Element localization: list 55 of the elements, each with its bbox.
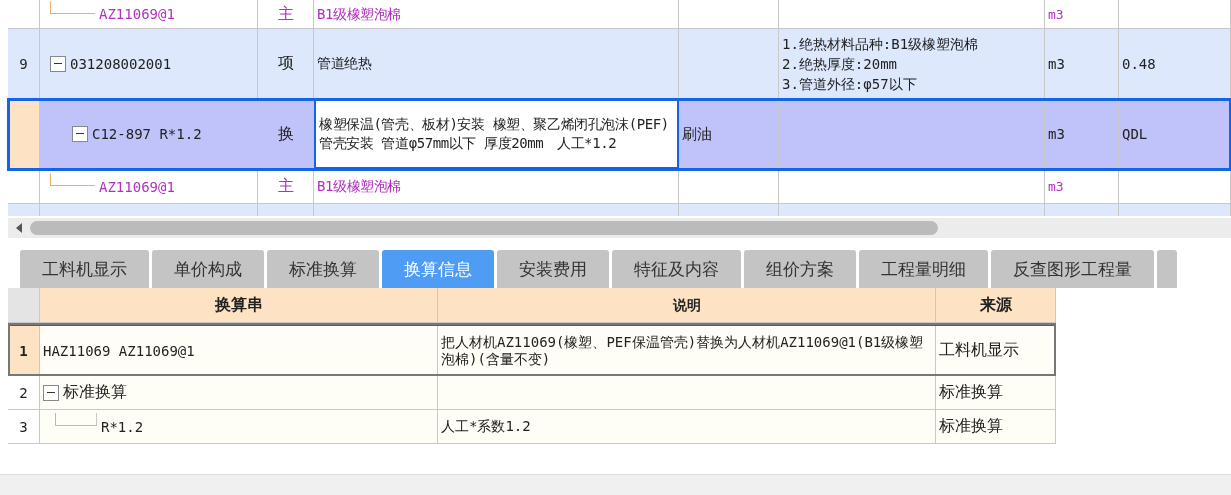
collapse-toggle[interactable] <box>72 126 88 142</box>
scroll-left-icon[interactable] <box>16 223 22 233</box>
row-number: 1 <box>19 342 28 359</box>
tab[interactable]: 工料机显示 <box>20 250 149 288</box>
type-cell: 主 <box>277 3 294 25</box>
column-header: 说明 <box>672 296 701 314</box>
description-cell: 人工*系数1.2 <box>441 418 531 435</box>
tab[interactable]: 组价方案 <box>744 250 856 288</box>
collapse-toggle[interactable] <box>50 55 66 72</box>
source-cell: 标准换算 <box>939 416 1003 437</box>
unit-cell: m3 <box>1048 55 1065 72</box>
scrollbar-thumb[interactable] <box>30 221 938 235</box>
row-number: 2 <box>19 384 28 401</box>
name-cell-text: 橡塑保温(管壳、板材)安装 橡塑、聚乙烯闭孔泡沫(PEF)管壳安装 管道φ57mm以下 厚度20mm 人工*1.2 <box>319 115 670 153</box>
source-cell: 工料机显示 <box>939 340 1019 361</box>
tab[interactable]: 单价构成 <box>152 250 264 288</box>
table-cell: 刷油 <box>682 124 712 144</box>
description-cell-text: 把人材机AZ11069(橡塑、PEF保温管壳)替换为人材机AZ11069@1(B1级橡塑泡棉)(含量不变) <box>441 333 925 368</box>
tree-line <box>50 0 95 14</box>
unit-cell: m3 <box>1048 179 1064 194</box>
feature-line: 1.绝热材料品种:B1级橡塑泡棉 <box>782 34 979 54</box>
row-number: 3 <box>19 418 28 435</box>
code-cell: AZ11069@1 <box>99 178 175 195</box>
tab[interactable]: 特征及内容 <box>612 250 741 288</box>
type-cell: 项 <box>277 53 294 74</box>
quantity-cell: 0.48 <box>1122 55 1156 72</box>
tab[interactable]: 工程量明细 <box>859 250 988 288</box>
tree-line <box>50 173 95 186</box>
feature-line: 3.管道外径:φ57以下 <box>782 74 917 94</box>
unit-cell: m3 <box>1048 126 1065 142</box>
conversion-string: HAZ11069 AZ11069@1 <box>43 342 195 359</box>
code-cell: 031208002001 <box>70 55 172 72</box>
type-cell: 换 <box>277 123 294 145</box>
row-header[interactable] <box>8 99 40 169</box>
column-header: 来源 <box>979 294 1012 316</box>
name-cell: B1级橡塑泡棉 <box>317 4 402 24</box>
name-cell: 管道绝热 <box>317 54 372 73</box>
collapse-toggle[interactable] <box>43 384 59 401</box>
tab[interactable]: 标准换算 <box>267 250 379 288</box>
source-cell: 标准换算 <box>939 382 1003 403</box>
tab[interactable]: 反查图形工程量 <box>991 250 1154 288</box>
horizontal-scrollbar[interactable] <box>8 218 1231 238</box>
row-number: 9 <box>19 55 28 72</box>
column-header: 换算串 <box>214 294 263 316</box>
code-cell: AZ11069@1 <box>99 6 175 22</box>
quantity-cell: QDL <box>1122 126 1148 142</box>
code-cell: C12-897 R*1.2 <box>92 126 202 142</box>
feature-line: 2.绝热厚度:20mm <box>782 54 897 74</box>
tab[interactable]: 安装费用 <box>497 250 609 288</box>
tree-line <box>55 413 97 426</box>
unit-cell: m3 <box>1048 6 1064 22</box>
conversion-string: 标准换算 <box>63 382 127 403</box>
type-cell: 主 <box>277 176 294 197</box>
name-cell: B1级橡塑泡棉 <box>317 177 402 196</box>
conversion-string: R*1.2 <box>101 418 144 435</box>
